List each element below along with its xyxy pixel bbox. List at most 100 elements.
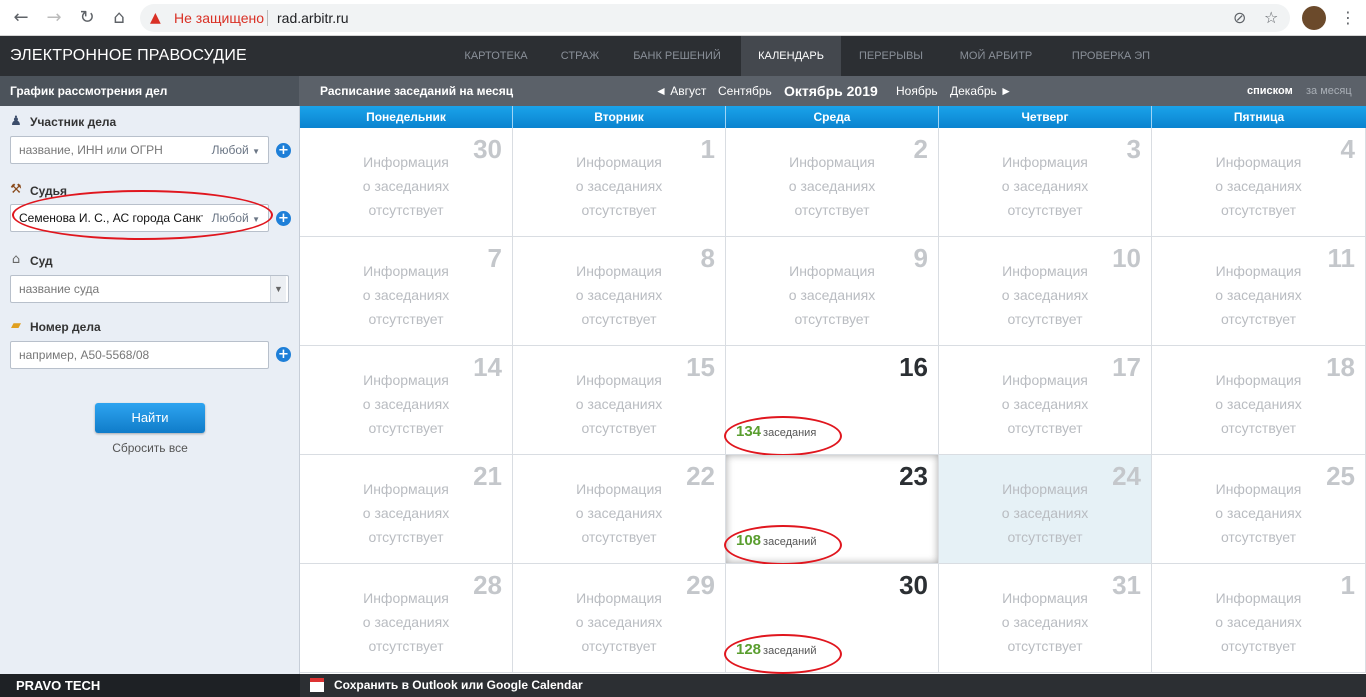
- calendar-day-cell[interactable]: 31 Информация о заседаниях отсутствует: [939, 564, 1152, 673]
- day-wednesday: Среда: [726, 106, 939, 128]
- no-info-line: отсутствует: [368, 420, 444, 436]
- court-select[interactable]: название суда ▼: [10, 275, 289, 303]
- no-info-line: отсутствует: [1007, 420, 1083, 436]
- no-info-line: отсутствует: [581, 202, 657, 218]
- court-placeholder: название суда: [19, 282, 100, 296]
- calendar-day-cell[interactable]: 25 Информация о заседаниях отсутствует: [1152, 455, 1366, 564]
- url-text[interactable]: rad.arbitr.ru: [277, 10, 349, 26]
- no-info-line: Информация: [576, 481, 662, 497]
- no-info-line: отсутствует: [1007, 638, 1083, 654]
- calendar-day-cell[interactable]: 17 Информация о заседаниях отсутствует: [939, 346, 1152, 455]
- calendar-day-cell[interactable]: 18 Информация о заседаниях отсутствует: [1152, 346, 1366, 455]
- schedule-title: Расписание заседаний на месяц: [320, 84, 514, 98]
- no-info-line: отсутствует: [1007, 529, 1083, 545]
- calendar-day-cell[interactable]: 9 Информация о заседаниях отсутствует: [726, 237, 939, 346]
- no-info-line: Информация: [789, 154, 875, 170]
- home-icon[interactable]: ⌂: [108, 7, 130, 29]
- no-info-line: Информация: [363, 590, 449, 606]
- view-list-link[interactable]: списком: [1247, 76, 1293, 106]
- profile-avatar[interactable]: [1302, 6, 1326, 30]
- no-info-line: Информация: [1002, 154, 1088, 170]
- month-september[interactable]: Сентябрь: [718, 76, 772, 106]
- nav-calendar[interactable]: КАЛЕНДАРЬ: [741, 36, 841, 76]
- no-info-line: Информация: [576, 154, 662, 170]
- calendar-day-cell[interactable]: 2 Информация о заседаниях отсутствует: [726, 128, 939, 237]
- footer-brand[interactable]: PRAVO TECH: [0, 674, 300, 697]
- no-info-line: о заседаниях: [1001, 505, 1089, 521]
- star-icon[interactable]: ☆: [1264, 8, 1278, 27]
- calendar-day-cell[interactable]: 24 Информация о заседаниях отсутствует: [939, 455, 1152, 564]
- calendar-day-cell[interactable]: 22 Информация о заседаниях отсутствует: [513, 455, 726, 564]
- security-warning[interactable]: Не защищено: [174, 10, 264, 26]
- month-current: Октябрь 2019: [784, 83, 878, 99]
- reset-all-link[interactable]: Сбросить все: [0, 441, 300, 455]
- calendar-day-cell[interactable]: 1 Информация о заседаниях отсутствует: [513, 128, 726, 237]
- no-info-text: Информация о заседаниях отсутствует: [513, 368, 725, 440]
- no-info-line: Информация: [576, 372, 662, 388]
- nav-strazh[interactable]: СТРАЖ: [548, 36, 612, 76]
- save-calendar-link[interactable]: Сохранить в Outlook или Google Calendar: [334, 678, 583, 692]
- nav-proverka-ep[interactable]: ПРОВЕРКА ЭП: [1056, 36, 1166, 76]
- chevron-down-icon[interactable]: ▼: [270, 276, 286, 302]
- calendar-day-cell[interactable]: 14 Информация о заседаниях отсутствует: [300, 346, 513, 455]
- case-number-placeholder: например, А50-5568/08: [19, 348, 150, 362]
- forward-icon[interactable]: →: [43, 7, 65, 29]
- back-icon[interactable]: ←: [10, 7, 32, 29]
- save-calendar-bar[interactable]: Сохранить в Outlook или Google Calendar: [300, 674, 1366, 697]
- add-case-button[interactable]: +: [276, 347, 291, 362]
- no-info-line: о заседаниях: [1001, 614, 1089, 630]
- calendar-day-cell[interactable]: 21 Информация о заседаниях отсутствует: [300, 455, 513, 564]
- no-info-text: Информация о заседаниях отсутствует: [1152, 368, 1365, 440]
- nav-kartoteka[interactable]: КАРТОТЕКА: [450, 36, 542, 76]
- month-august[interactable]: ◄ Август: [655, 76, 706, 106]
- calendar-day-cell[interactable]: 30 Информация о заседаниях отсутствует: [300, 128, 513, 237]
- calendar-icon: [310, 678, 324, 692]
- calendar-day-cell[interactable]: 10 Информация о заседаниях отсутствует: [939, 237, 1152, 346]
- menu-icon[interactable]: ⋮: [1340, 8, 1356, 27]
- calendar-day-cell[interactable]: 1 Информация о заседаниях отсутствует: [1152, 564, 1366, 673]
- calendar-day-cell[interactable]: 30 128 заседаний: [724, 564, 939, 674]
- case-number-input[interactable]: например, А50-5568/08: [10, 341, 269, 369]
- participant-input[interactable]: название, ИНН или ОГРН Любой ▼: [10, 136, 269, 164]
- day-number: 30: [899, 570, 928, 600]
- add-participant-button[interactable]: +: [276, 143, 291, 158]
- view-month-link[interactable]: за месяц: [1306, 76, 1352, 106]
- month-november[interactable]: Ноябрь: [896, 76, 938, 106]
- address-bar[interactable]: ▲ Не защищено rad.arbitr.ru: [140, 4, 1290, 32]
- no-info-line: отсутствует: [1220, 529, 1297, 545]
- no-info-line: отсутствует: [581, 311, 657, 327]
- month-december[interactable]: Декабрь ►: [950, 76, 1012, 106]
- nav-pereryvy[interactable]: ПЕРЕРЫВЫ: [846, 36, 936, 76]
- translate-icon[interactable]: ⊘: [1233, 8, 1246, 27]
- add-judge-button[interactable]: +: [276, 211, 291, 226]
- calendar-day-cell[interactable]: 3 Информация о заседаниях отсутствует: [939, 128, 1152, 237]
- find-button[interactable]: Найти: [95, 403, 205, 433]
- calendar-day-cell[interactable]: 8 Информация о заседаниях отсутствует: [513, 237, 726, 346]
- no-info-line: о заседаниях: [1215, 396, 1302, 412]
- participant-any-dropdown[interactable]: Любой ▼: [212, 137, 260, 163]
- calendar-day-cell[interactable]: 16 134 заседания: [724, 346, 939, 456]
- no-info-text: Информация о заседаниях отсутствует: [513, 477, 725, 549]
- calendar-day-cell[interactable]: 23 108 заседаний: [724, 455, 939, 565]
- no-info-line: о заседаниях: [575, 287, 663, 303]
- no-info-text: Информация о заседаниях отсутствует: [1152, 150, 1365, 222]
- calendar-day-cell[interactable]: 15 Информация о заседаниях отсутствует: [513, 346, 726, 455]
- calendar-day-cell[interactable]: 4 Информация о заседаниях отсутствует: [1152, 128, 1366, 237]
- no-info-text: Информация о заседаниях отсутствует: [939, 259, 1151, 331]
- browser-toolbar: ← → ↻ ⌂ ▲ Не защищено rad.arbitr.ru ⊘ ☆ …: [0, 0, 1366, 36]
- no-info-line: о заседаниях: [575, 396, 663, 412]
- no-info-line: о заседаниях: [788, 287, 876, 303]
- nav-moy-arbitr[interactable]: МОЙ АРБИТР: [944, 36, 1048, 76]
- calendar-day-cell[interactable]: 7 Информация о заседаниях отсутствует: [300, 237, 513, 346]
- site-brand[interactable]: ЭЛЕКТРОННОЕ ПРАВОСУДИЕ: [10, 47, 247, 65]
- calendar-day-cell[interactable]: 28 Информация о заседаниях отсутствует: [300, 564, 513, 673]
- calendar-day-cell[interactable]: 29 Информация о заседаниях отсутствует: [513, 564, 726, 673]
- chevron-down-icon: ▼: [252, 147, 260, 156]
- no-info-line: Информация: [1215, 590, 1302, 606]
- calendar-day-cell[interactable]: 11 Информация о заседаниях отсутствует: [1152, 237, 1366, 346]
- nav-bank-resheniy[interactable]: БАНК РЕШЕНИЙ: [620, 36, 734, 76]
- reload-icon[interactable]: ↻: [76, 7, 98, 29]
- no-info-line: отсутствует: [581, 420, 657, 436]
- no-info-line: о заседаниях: [1215, 178, 1302, 194]
- no-info-line: Информация: [1215, 481, 1302, 497]
